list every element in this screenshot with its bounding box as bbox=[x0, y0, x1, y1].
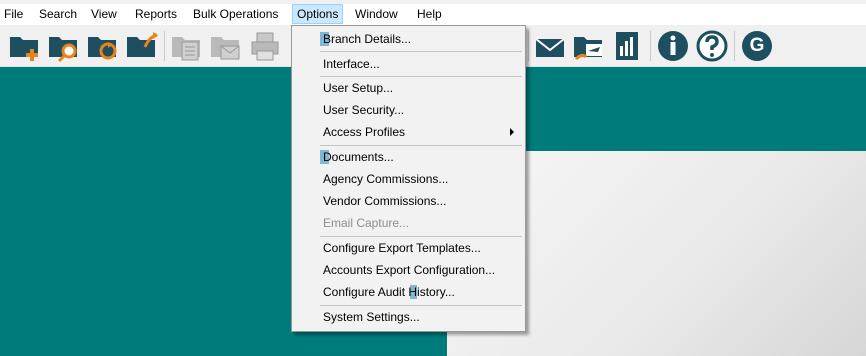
menu-item-label: Accounts Export Configuration... bbox=[323, 263, 496, 277]
menu-item-label: Branch Details... bbox=[323, 32, 412, 46]
menu-item-agency-commissions[interactable]: Agency Commissions... bbox=[294, 168, 523, 190]
mail-folder-icon[interactable] bbox=[209, 29, 243, 63]
folder-refresh-icon[interactable] bbox=[86, 29, 120, 63]
menu-item-configure-audit-history[interactable]: Configure Audit History... bbox=[294, 281, 523, 303]
menu-item-label: Configure Audit History... bbox=[323, 285, 455, 299]
toolbar-separator bbox=[650, 31, 651, 61]
menu-item-label: Configure Export Templates... bbox=[323, 241, 481, 255]
menu-item-label: User Security... bbox=[323, 103, 405, 117]
document-list-icon[interactable] bbox=[170, 29, 204, 63]
menu-file[interactable]: File bbox=[0, 4, 27, 24]
envelope-icon[interactable] bbox=[533, 29, 567, 63]
menu-item-interface[interactable]: Interface... bbox=[294, 53, 523, 75]
menu-search[interactable]: Search bbox=[35, 4, 81, 24]
toolbar-separator bbox=[734, 31, 735, 61]
menu-window[interactable]: Window bbox=[351, 4, 402, 24]
search-folder-icon[interactable] bbox=[47, 29, 81, 63]
menu-item-vendor-commissions[interactable]: Vendor Commissions... bbox=[294, 190, 523, 212]
menu-item-configure-export-templates[interactable]: Configure Export Templates... bbox=[294, 237, 523, 259]
menu-item-label: Access Profiles bbox=[323, 125, 406, 139]
menu-item-branch-details[interactable]: Branch Details... bbox=[294, 28, 523, 50]
menu-item-documents[interactable]: Documents... bbox=[294, 146, 523, 168]
menu-view[interactable]: View bbox=[87, 4, 121, 24]
menu-item-label: Email Capture... bbox=[323, 216, 410, 230]
folder-import-icon[interactable] bbox=[125, 29, 159, 63]
menu-item-access-profiles[interactable]: Access Profiles bbox=[294, 121, 523, 143]
menu-bulk-operations[interactable]: Bulk Operations bbox=[189, 4, 282, 24]
options-dropdown-menu: Branch Details... Interface... User Setu… bbox=[291, 25, 526, 332]
menu-reports[interactable]: Reports bbox=[131, 4, 181, 24]
menu-help[interactable]: Help bbox=[413, 4, 446, 24]
info-icon[interactable] bbox=[656, 29, 690, 63]
menu-item-label: Documents... bbox=[323, 150, 394, 164]
menu-item-user-security[interactable]: User Security... bbox=[294, 99, 523, 121]
report-chart-icon[interactable] bbox=[611, 29, 645, 63]
toolbar-separator bbox=[164, 31, 165, 61]
menu-bar: File Search View Reports Bulk Operations… bbox=[0, 4, 866, 25]
menu-separator bbox=[320, 51, 522, 52]
g-icon-letter: G bbox=[749, 35, 765, 56]
travel-folder-icon[interactable] bbox=[572, 29, 606, 63]
menu-item-accounts-export-configuration[interactable]: Accounts Export Configuration... bbox=[294, 259, 523, 281]
menu-item-label: Vendor Commissions... bbox=[323, 194, 447, 208]
toolbar-separator bbox=[528, 31, 529, 61]
menu-item-system-settings[interactable]: System Settings... bbox=[294, 306, 523, 328]
new-folder-icon[interactable] bbox=[8, 29, 42, 63]
menu-item-label: Interface... bbox=[323, 57, 380, 71]
menu-item-email-capture: Email Capture... bbox=[294, 212, 523, 234]
menu-item-label: Agency Commissions... bbox=[323, 172, 449, 186]
help-icon[interactable] bbox=[695, 29, 729, 63]
menu-item-label: System Settings... bbox=[323, 310, 420, 324]
menu-item-user-setup[interactable]: User Setup... bbox=[294, 77, 523, 99]
printer-icon[interactable] bbox=[248, 29, 282, 63]
g-icon[interactable]: G bbox=[740, 29, 774, 63]
menu-options[interactable]: Options bbox=[292, 4, 344, 24]
menu-item-label: User Setup... bbox=[323, 81, 394, 95]
submenu-arrow-icon bbox=[510, 128, 514, 136]
